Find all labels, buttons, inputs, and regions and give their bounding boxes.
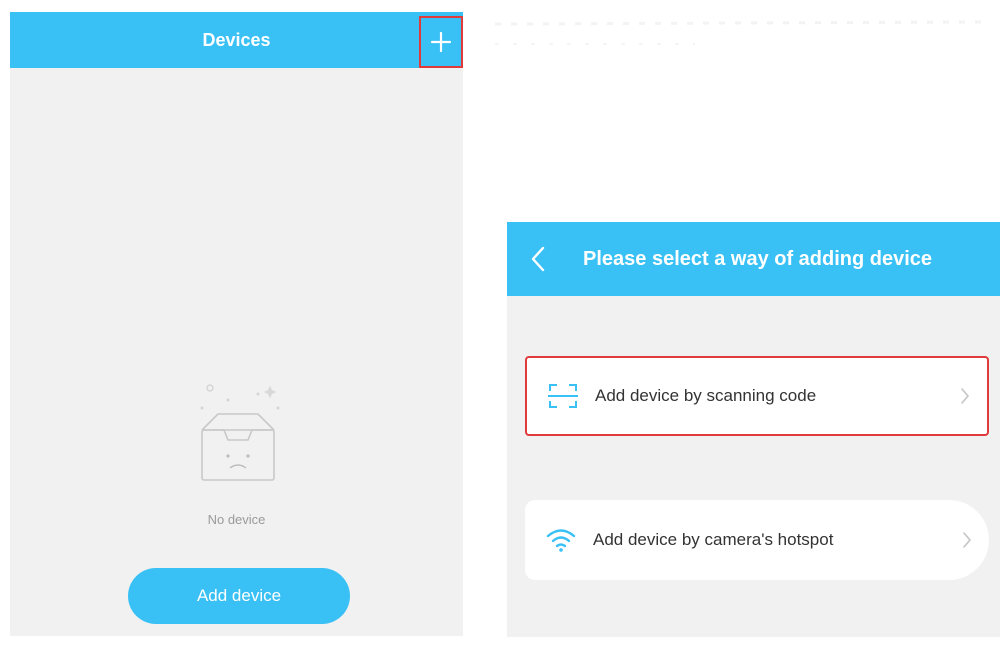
add-by-scan-option[interactable]: Add device by scanning code [525, 356, 989, 436]
devices-screen: Devices No device Add device [10, 12, 463, 636]
back-button[interactable] [521, 242, 555, 276]
select-method-header: Please select a way of adding device [507, 222, 1000, 296]
faint-background-artifact [495, 20, 985, 45]
empty-box-icon [200, 384, 280, 481]
add-device-plus-button[interactable] [419, 16, 463, 68]
add-by-hotspot-option[interactable]: Add device by camera's hotspot [525, 500, 989, 580]
plus-icon [430, 31, 452, 53]
select-method-title: Please select a way of adding device [583, 248, 933, 270]
chevron-right-icon [953, 384, 977, 408]
select-add-method-screen: Please select a way of adding device Add… [507, 222, 1000, 637]
wifi-icon [539, 518, 583, 562]
no-device-text: No device [207, 512, 266, 527]
chevron-left-icon [531, 246, 545, 272]
devices-title: Devices [202, 30, 271, 50]
chevron-right-icon [955, 528, 979, 552]
add-device-button[interactable]: Add device [128, 568, 350, 624]
devices-header: Devices [10, 12, 463, 68]
tutorial-screenshot: Devices No device Add device Please sele… [0, 0, 1000, 657]
add-by-hotspot-label: Add device by camera's hotspot [593, 530, 834, 549]
scan-code-icon [541, 374, 585, 418]
add-by-scan-label: Add device by scanning code [595, 386, 817, 405]
